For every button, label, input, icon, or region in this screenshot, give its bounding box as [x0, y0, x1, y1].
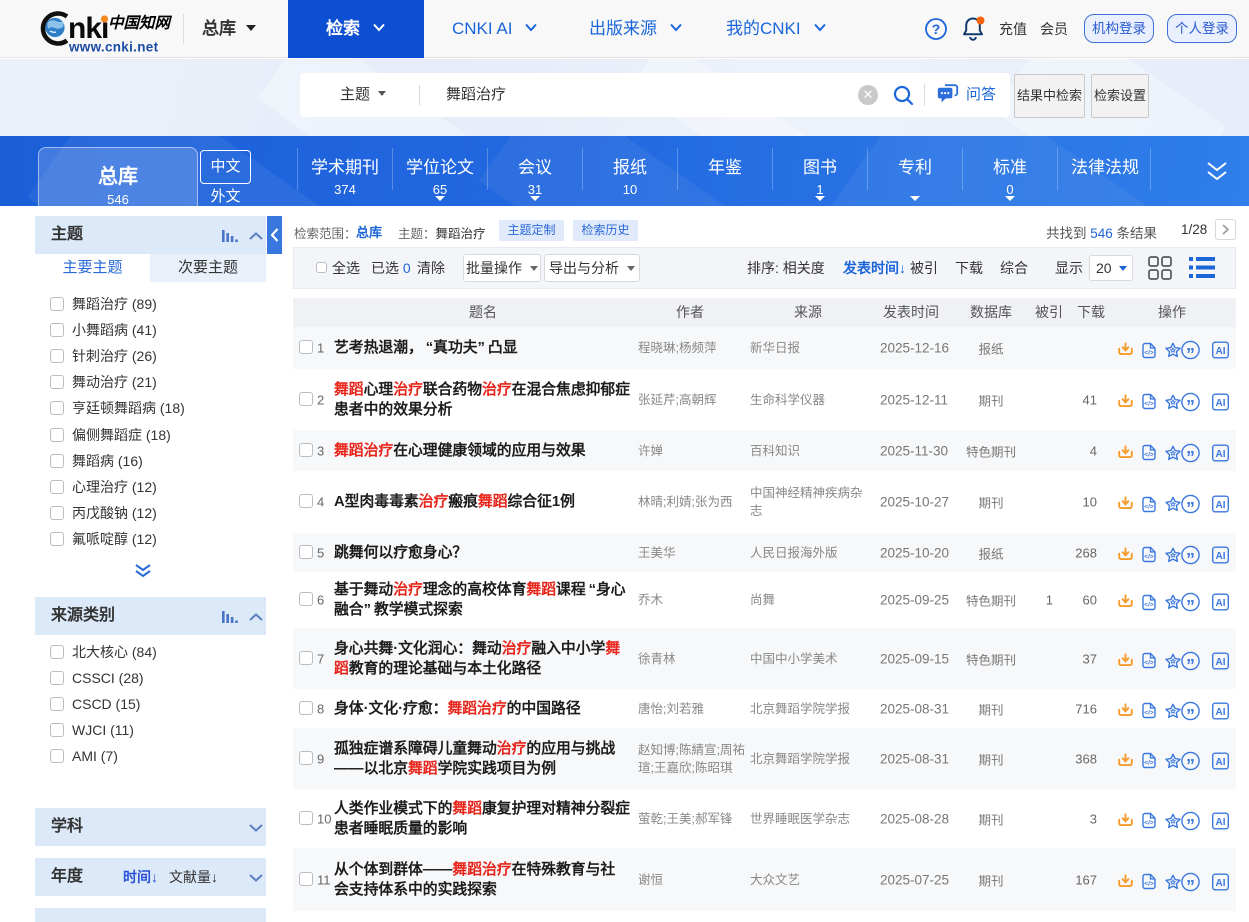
svg-text:AI: AI [1216, 707, 1226, 718]
svg-text:AI: AI [1216, 449, 1226, 460]
svg-text:</>: </> [1144, 401, 1154, 408]
svg-text:AI: AI [1216, 657, 1226, 668]
svg-text:</>: </> [1144, 601, 1154, 608]
svg-text:”: ” [1186, 755, 1195, 771]
svg-text:</>: </> [1144, 760, 1154, 767]
svg-text:”: ” [1186, 396, 1195, 412]
svg-text:中国知网: 中国知网 [108, 14, 173, 32]
svg-text:AI: AI [1216, 878, 1226, 889]
svg-text:</>: </> [1144, 820, 1154, 827]
svg-text:”: ” [1186, 705, 1195, 721]
svg-text:</>: </> [1144, 710, 1154, 717]
svg-text:AI: AI [1216, 598, 1226, 609]
svg-text:AI: AI [1216, 817, 1226, 828]
svg-text:</>: </> [1144, 881, 1154, 888]
svg-text:”: ” [1186, 498, 1195, 514]
svg-text:”: ” [1186, 344, 1195, 360]
svg-text:</>: </> [1144, 349, 1154, 356]
svg-text:”: ” [1186, 815, 1195, 831]
svg-text:</>: </> [1144, 503, 1154, 510]
svg-text:</>: </> [1144, 660, 1154, 667]
svg-text:”: ” [1186, 655, 1195, 671]
svg-text:AI: AI [1216, 757, 1226, 768]
svg-text:AI: AI [1216, 551, 1226, 562]
svg-text:?: ? [932, 21, 941, 37]
svg-text:</>: </> [1144, 452, 1154, 459]
svg-text:”: ” [1186, 596, 1195, 612]
svg-text:AI: AI [1216, 346, 1226, 357]
svg-text:AI: AI [1216, 500, 1226, 511]
svg-text:AI: AI [1216, 398, 1226, 409]
svg-text:www.cnki.net: www.cnki.net [68, 40, 159, 55]
svg-text:</>: </> [1144, 554, 1154, 561]
svg-text:”: ” [1186, 447, 1195, 463]
svg-text:”: ” [1186, 549, 1195, 565]
svg-text:”: ” [1186, 876, 1195, 892]
